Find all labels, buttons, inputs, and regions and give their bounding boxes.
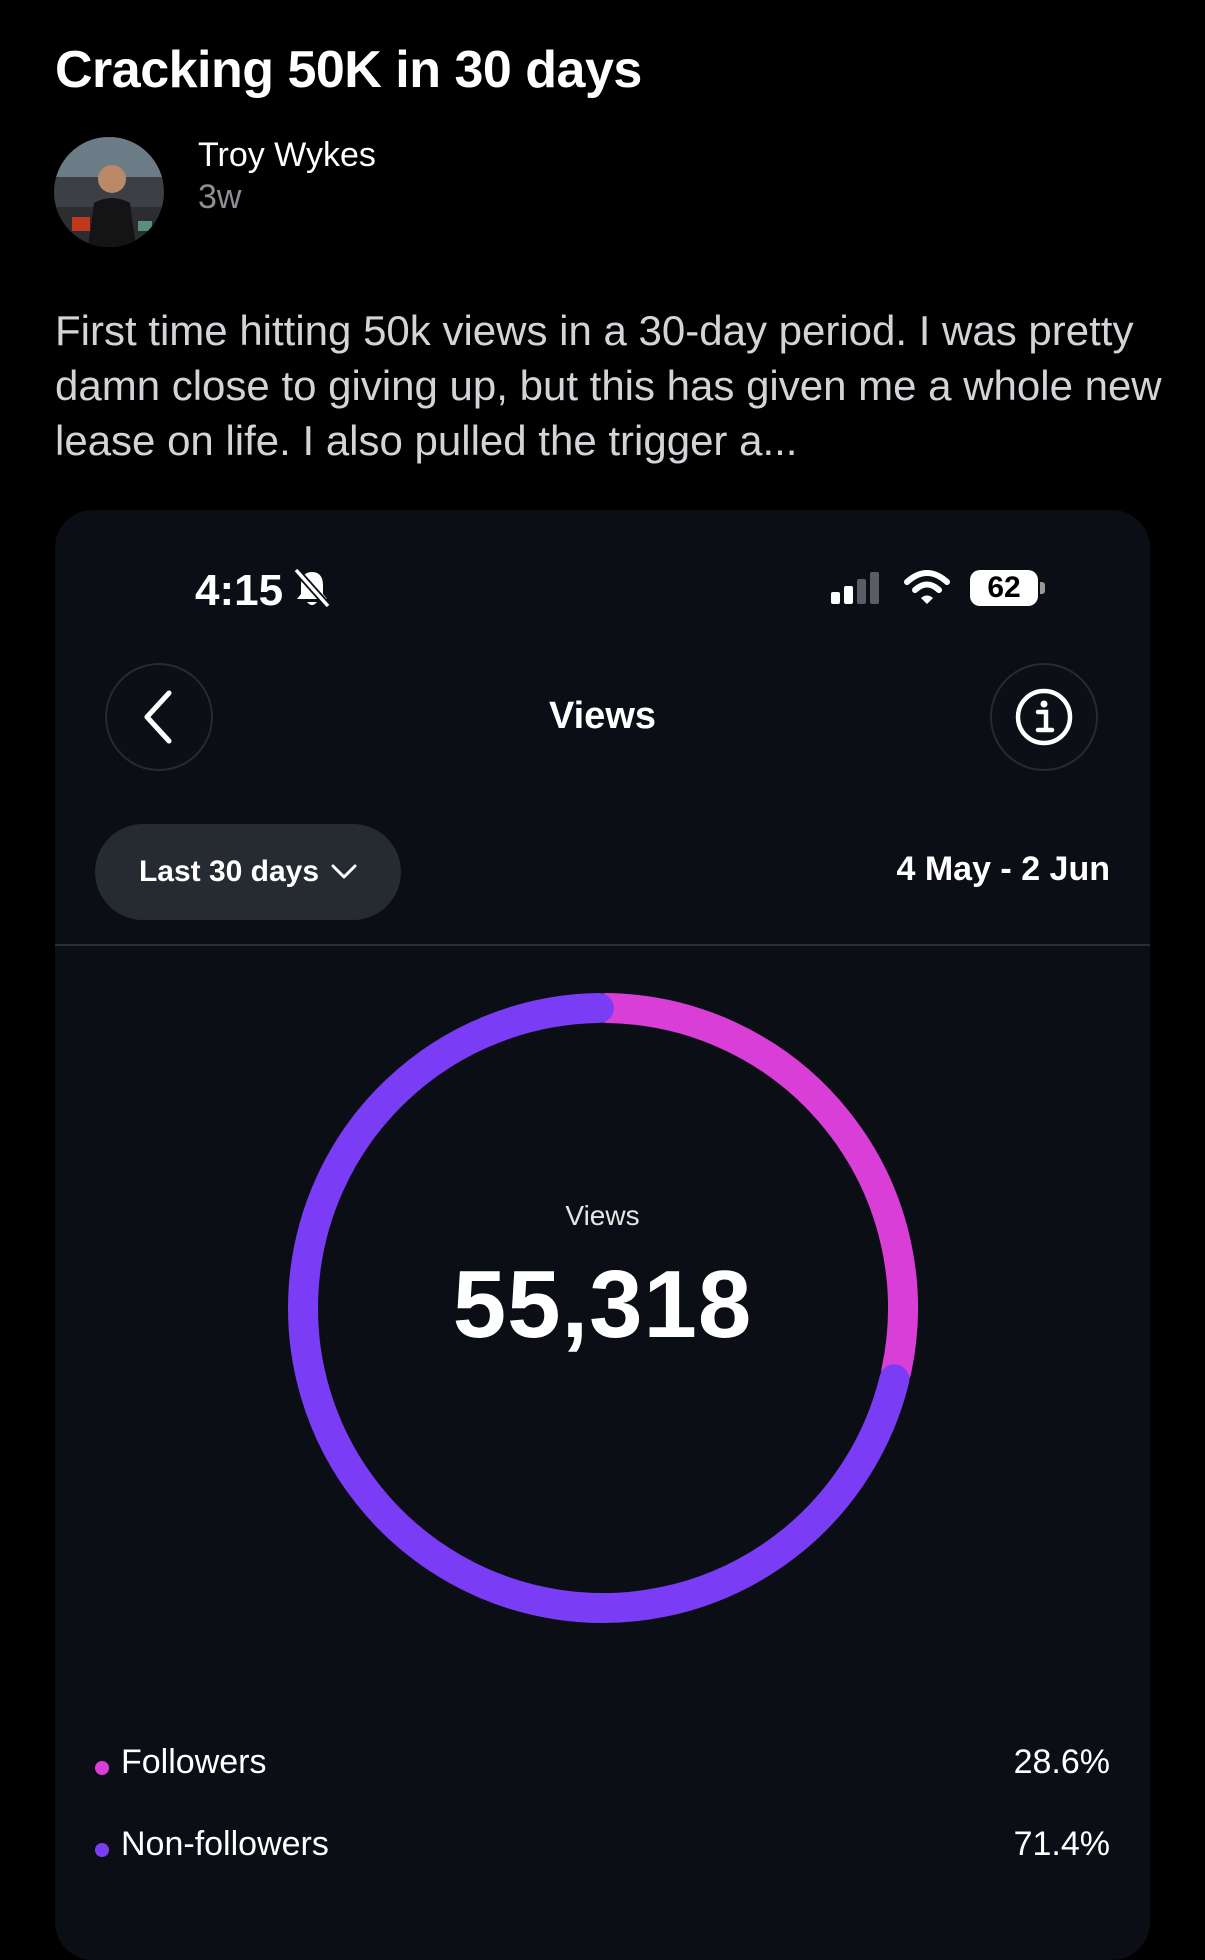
legend-dot-followers [95, 1761, 109, 1775]
author-name[interactable]: Troy Wykes [198, 136, 376, 175]
bell-muted-icon [293, 567, 331, 609]
signal-icon [831, 572, 879, 604]
embedded-screenshot[interactable]: 4:15 62 Views Last 30 days 4 May - 2 Jun… [55, 510, 1150, 1960]
status-time: 4:15 [195, 566, 284, 615]
battery-tip [1040, 582, 1045, 594]
legend-label: Followers [121, 1743, 267, 1781]
avatar-image [54, 137, 164, 247]
date-range-dropdown[interactable]: Last 30 days [95, 824, 401, 920]
post-body: First time hitting 50k views in a 30-day… [55, 307, 1162, 464]
wifi-icon [904, 570, 950, 604]
chevron-down-icon [331, 864, 357, 879]
legend-label: Non-followers [121, 1825, 329, 1863]
post-title: Cracking 50K in 30 days [55, 41, 642, 99]
post-age: 3w [198, 178, 242, 216]
date-range-dropdown-label: Last 30 days [138, 855, 320, 888]
screen-title: Views [548, 695, 657, 737]
info-button[interactable] [990, 663, 1098, 771]
battery-indicator: 62 [970, 570, 1046, 606]
legend-item-non-followers: Non-followers 71.4% [95, 1825, 1110, 1875]
avatar[interactable] [54, 137, 164, 247]
legend-item-followers: Followers 28.6% [95, 1743, 1110, 1793]
info-icon [1015, 688, 1073, 746]
battery-level: 62 [970, 570, 1038, 606]
divider [55, 944, 1150, 946]
legend-value: 28.6% [1013, 1743, 1110, 1781]
total-views-value: 55,318 [452, 1251, 753, 1358]
legend-dot-non-followers [95, 1843, 109, 1857]
donut-center-label: Views [565, 1200, 640, 1231]
legend-value: 71.4% [1013, 1825, 1110, 1863]
date-range-text: 4 May - 2 Jun [896, 850, 1110, 888]
